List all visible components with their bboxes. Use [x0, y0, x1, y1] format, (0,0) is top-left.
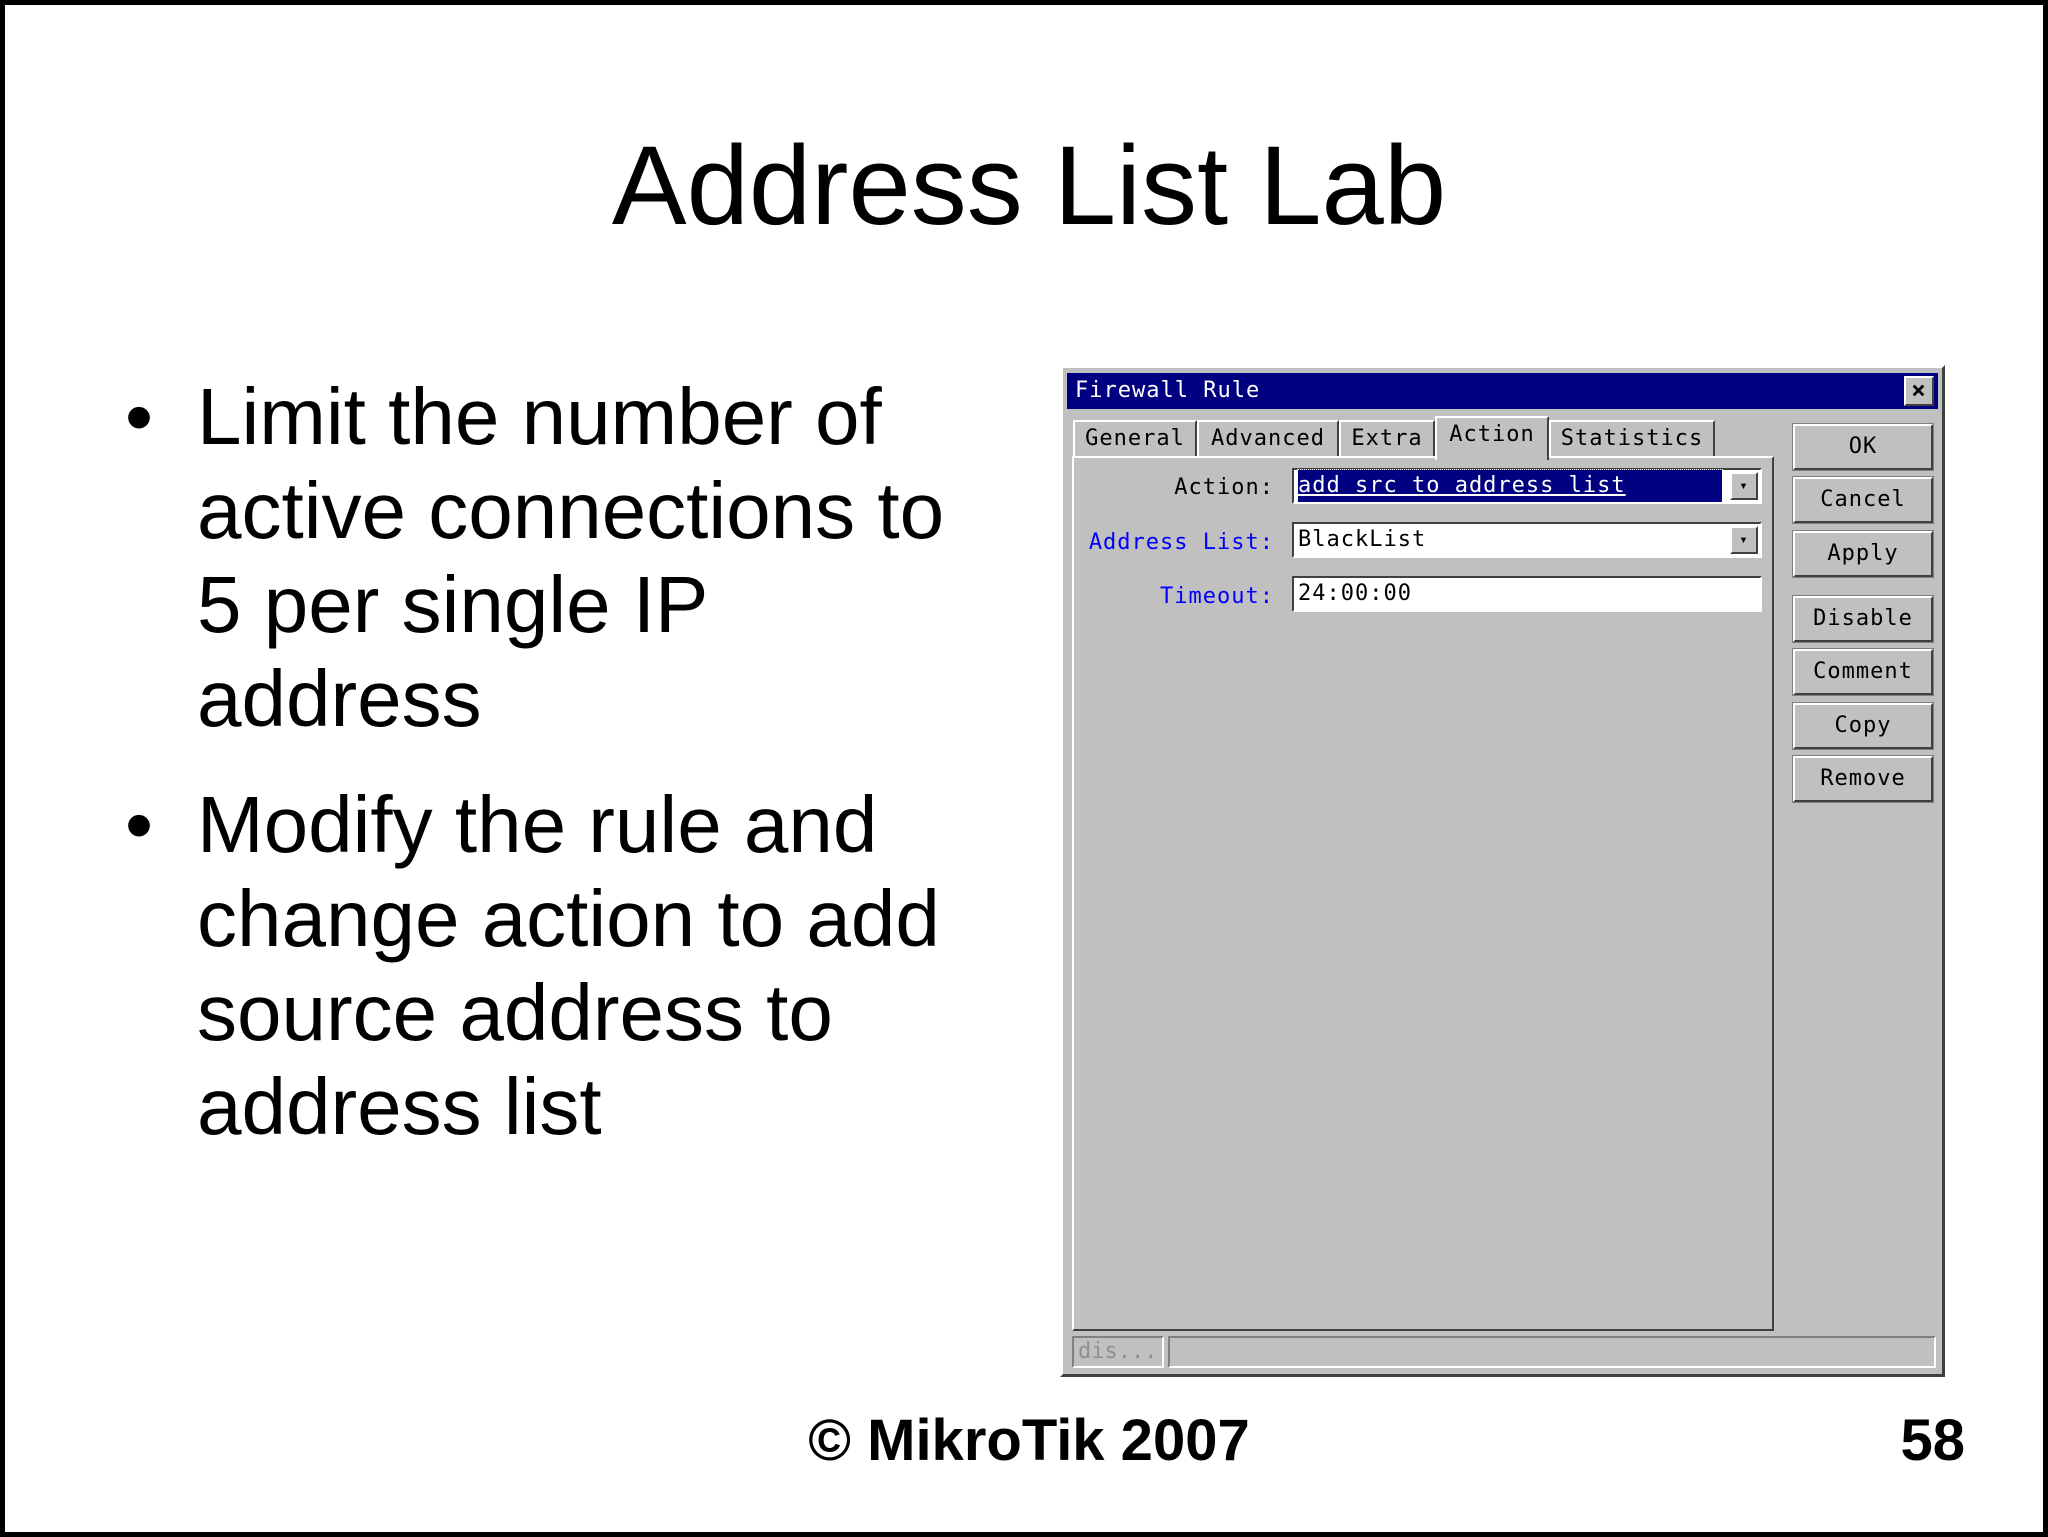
action-select-value: add src to address list — [1297, 469, 1723, 503]
copyright: © MikroTik 2007 — [808, 1408, 1250, 1473]
tab-advanced[interactable]: Advanced — [1197, 420, 1339, 458]
address-list-label: Address List: — [1088, 530, 1274, 555]
firewall-rule-dialog: Firewall Rule × General Advanced Extra A… — [1060, 365, 1945, 1377]
cancel-button[interactable]: Cancel — [1792, 476, 1934, 524]
remove-button[interactable]: Remove — [1792, 755, 1934, 803]
chevron-down-icon[interactable]: ▾ — [1730, 526, 1758, 554]
bullet-dot: • — [125, 372, 154, 461]
action-select[interactable]: add src to address list ▾ — [1292, 468, 1762, 504]
tab-statistics[interactable]: Statistics — [1549, 420, 1715, 458]
action-tab-panel: Action: add src to address list ▾ Addres… — [1072, 456, 1774, 1331]
bullet-text: Modify the rule and change action to add… — [197, 780, 940, 1151]
close-icon[interactable]: × — [1904, 376, 1934, 406]
comment-button[interactable]: Comment — [1792, 648, 1934, 696]
status-bar — [1168, 1336, 1936, 1368]
slide: Address List Lab • Limit the number of ac… — [0, 0, 2048, 1537]
dialog-title: Firewall Rule — [1075, 378, 1261, 403]
bullet-list: • Limit the number of active connections … — [125, 370, 1005, 1186]
timeout-input[interactable]: 24:00:00 — [1292, 576, 1762, 612]
timeout-value: 24:00:00 — [1298, 581, 1412, 606]
page-number: 58 — [1900, 1408, 1965, 1473]
ok-button[interactable]: OK — [1792, 423, 1934, 471]
address-list-value: BlackList — [1298, 527, 1427, 552]
tab-extra[interactable]: Extra — [1339, 420, 1435, 458]
dialog-titlebar[interactable]: Firewall Rule × — [1067, 373, 1938, 409]
bullet-text: Limit the number of active connections t… — [197, 372, 945, 743]
disable-button[interactable]: Disable — [1792, 595, 1934, 643]
tab-action[interactable]: Action — [1435, 416, 1549, 460]
tab-general[interactable]: General — [1073, 420, 1197, 458]
chevron-down-icon[interactable]: ▾ — [1730, 472, 1758, 500]
bullet-item: • Modify the rule and change action to ad… — [125, 778, 1005, 1154]
action-label: Action: — [1174, 475, 1274, 500]
copy-button[interactable]: Copy — [1792, 702, 1934, 750]
apply-button[interactable]: Apply — [1792, 530, 1934, 578]
address-list-select[interactable]: BlackList ▾ — [1292, 522, 1762, 558]
timeout-label: Timeout: — [1160, 584, 1274, 609]
bullet-dot: • — [125, 780, 154, 869]
status-indicator: dis... — [1072, 1336, 1164, 1368]
slide-title: Address List Lab — [611, 123, 1447, 248]
bullet-item: • Limit the number of active connections … — [125, 370, 1005, 746]
